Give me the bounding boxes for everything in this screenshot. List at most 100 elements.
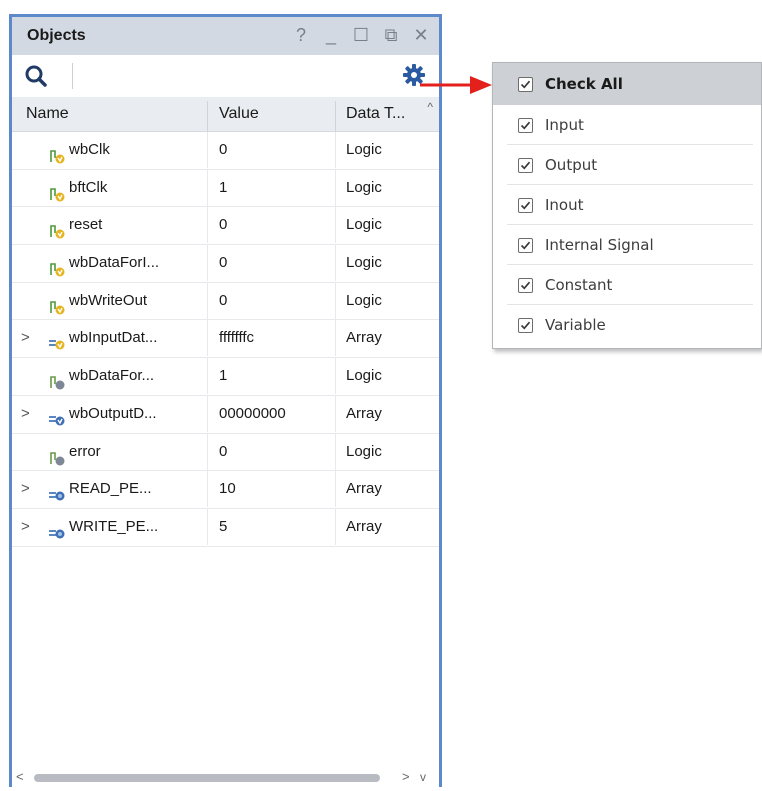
object-name: wbClk: [69, 141, 110, 158]
panel-titlebar: Objects ? _ ☐ ⧉ ✕: [12, 17, 439, 55]
object-data-type: Array: [346, 404, 382, 422]
input-signal-icon: [49, 255, 65, 277]
column-divider: [207, 358, 208, 395]
help-icon[interactable]: ?: [291, 23, 311, 47]
table-row[interactable]: wbWriteOut 0 Logic: [12, 282, 439, 321]
menu-item-label: Constant: [545, 276, 613, 294]
menu-item-input[interactable]: Input: [493, 105, 761, 145]
constant-array-icon: [49, 519, 65, 539]
column-header-value[interactable]: Value: [219, 97, 259, 131]
object-data-type: Logic: [346, 216, 382, 234]
object-name: WRITE_PE...: [69, 517, 159, 535]
menu-item-output[interactable]: Output: [493, 145, 761, 185]
menu-item-variable[interactable]: Variable: [493, 305, 761, 345]
table-row[interactable]: > wbInputDat... fffffffc Array: [12, 320, 439, 359]
column-divider: [335, 282, 336, 319]
toolbar-separator: [72, 63, 73, 89]
column-divider: [207, 245, 208, 282]
scroll-left-icon[interactable]: <: [16, 769, 24, 784]
input-signal-icon: [49, 293, 65, 315]
checkbox-check-all[interactable]: [518, 77, 533, 92]
table-row[interactable]: wbClk 0 Logic: [12, 132, 439, 170]
table-row[interactable]: > wbOutputD... 00000000 Array: [12, 395, 439, 434]
input-signal-icon: [49, 142, 65, 164]
object-name: wbDataFor...: [69, 367, 155, 385]
menu-item-label: Inout: [545, 196, 584, 214]
panel-toolbar: [12, 55, 439, 97]
menu-item-label: Internal Signal: [545, 236, 654, 254]
table-row[interactable]: reset 0 Logic: [12, 207, 439, 246]
object-name: wbOutputD...: [69, 404, 157, 422]
checkbox-inout[interactable]: [518, 198, 533, 213]
object-data-type: Logic: [346, 141, 382, 158]
callout-arrow-icon: [420, 76, 492, 94]
objects-panel: Objects ? _ ☐ ⧉ ✕ Name Value Data T... ^…: [9, 14, 442, 787]
column-divider: [335, 320, 336, 357]
table-row[interactable]: error 0 Logic: [12, 433, 439, 472]
float-icon[interactable]: ⧉: [381, 23, 401, 47]
menu-item-label: Input: [545, 116, 584, 134]
column-divider: [335, 508, 336, 545]
table-row[interactable]: > WRITE_PE... 5 Array: [12, 508, 439, 547]
menu-item-label: Check All: [545, 75, 623, 93]
table-header: Name Value Data T... ^: [12, 97, 439, 132]
input-signal-icon: [49, 217, 65, 239]
object-name: error: [69, 442, 101, 460]
constant-array-icon: [49, 481, 65, 501]
column-divider: [207, 433, 208, 470]
column-divider: [335, 358, 336, 395]
scroll-down-icon[interactable]: v: [420, 770, 426, 784]
object-data-type: Logic: [346, 254, 382, 272]
minimize-icon[interactable]: _: [321, 23, 341, 47]
menu-item-constant[interactable]: Constant: [493, 265, 761, 305]
object-value: 0: [219, 291, 228, 309]
column-divider[interactable]: [207, 101, 208, 131]
table-row[interactable]: > READ_PE... 10 Array: [12, 471, 439, 509]
table-row[interactable]: wbDataForI... 0 Logic: [12, 245, 439, 283]
object-value: 10: [219, 480, 236, 498]
checkbox-constant[interactable]: [518, 278, 533, 293]
column-header-name[interactable]: Name: [26, 97, 69, 131]
close-icon[interactable]: ✕: [411, 23, 431, 47]
checkbox-internal-signal[interactable]: [518, 238, 533, 253]
column-header-data-type[interactable]: Data T...: [346, 97, 405, 131]
object-filter-menu: Check All Input Output Inout Internal Signal…: [492, 62, 762, 349]
table-row[interactable]: bftClk 1 Logic: [12, 169, 439, 208]
checkbox-variable[interactable]: [518, 318, 533, 333]
scroll-right-icon[interactable]: >: [402, 769, 410, 784]
scroll-up-icon[interactable]: ^: [427, 100, 433, 114]
object-value: 0: [219, 254, 228, 272]
menu-item-inout[interactable]: Inout: [493, 185, 761, 225]
expand-chevron-icon[interactable]: >: [21, 509, 30, 545]
search-icon[interactable]: [24, 64, 50, 88]
scrollbar-thumb[interactable]: [34, 774, 380, 782]
menu-item-internal-signal[interactable]: Internal Signal: [493, 225, 761, 265]
column-divider: [207, 132, 208, 168]
horizontal-scrollbar[interactable]: < > v: [12, 769, 439, 785]
output-signal-icon: [49, 368, 65, 390]
checkbox-output[interactable]: [518, 158, 533, 173]
column-divider: [335, 471, 336, 508]
maximize-icon[interactable]: ☐: [351, 23, 371, 47]
object-value: fffffffc: [219, 329, 255, 347]
column-divider: [335, 395, 336, 432]
object-name: reset: [69, 216, 103, 234]
object-data-type: Logic: [346, 367, 382, 385]
object-data-type: Array: [346, 480, 382, 498]
column-divider: [207, 169, 208, 206]
object-name: bftClk: [69, 178, 108, 196]
expand-chevron-icon[interactable]: >: [21, 396, 30, 432]
column-divider: [207, 282, 208, 319]
checkbox-input[interactable]: [518, 118, 533, 133]
expand-chevron-icon[interactable]: >: [21, 471, 30, 507]
menu-item-check-all[interactable]: Check All: [493, 63, 761, 105]
column-divider: [207, 471, 208, 508]
table-row[interactable]: wbDataFor... 1 Logic: [12, 358, 439, 396]
expand-chevron-icon[interactable]: >: [21, 320, 30, 356]
column-divider: [207, 320, 208, 357]
object-data-type: Array: [346, 517, 382, 535]
column-divider[interactable]: [335, 101, 336, 131]
object-name: wbDataForI...: [69, 254, 160, 272]
object-data-type: Logic: [346, 178, 382, 196]
output-array-icon: [49, 406, 65, 426]
